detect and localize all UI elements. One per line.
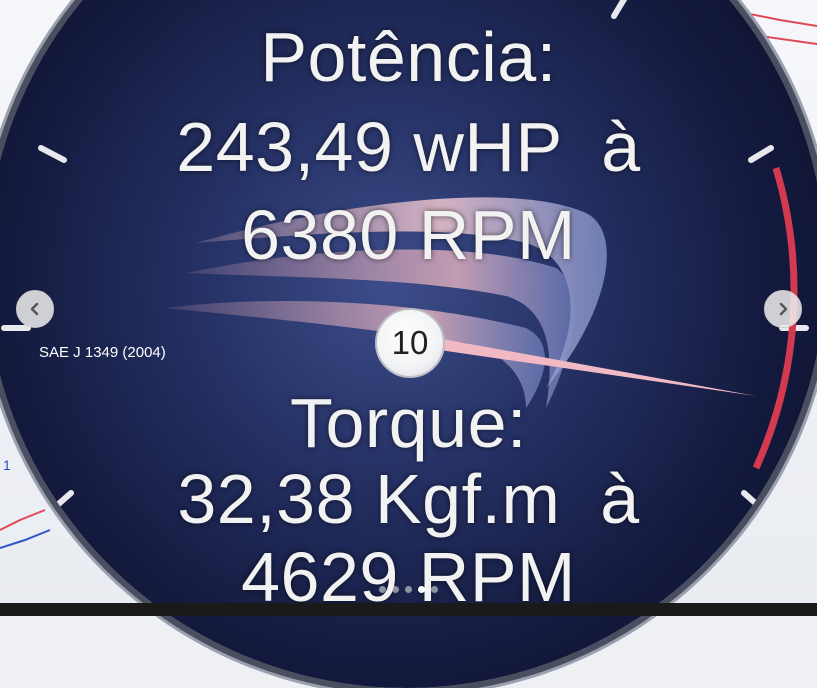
screen-bezel bbox=[0, 603, 817, 616]
side-number: 1 bbox=[3, 457, 11, 473]
carousel-dot[interactable] bbox=[405, 586, 412, 593]
carousel-dots bbox=[0, 586, 817, 593]
carousel-dot[interactable] bbox=[379, 586, 386, 593]
carousel-dot-active[interactable] bbox=[418, 586, 425, 593]
carousel-dot[interactable] bbox=[392, 586, 399, 593]
chevron-right-icon bbox=[779, 302, 788, 316]
carousel-dot[interactable] bbox=[431, 586, 438, 593]
previous-button[interactable] bbox=[16, 290, 54, 328]
chevron-left-icon bbox=[30, 302, 39, 316]
power-rpm: 6380 RPM bbox=[241, 196, 576, 274]
power-value: 243,49 wHP à bbox=[176, 108, 641, 186]
gauge-hub: 10 bbox=[375, 308, 445, 378]
next-button[interactable] bbox=[764, 290, 802, 328]
torque-value: 32,38 Kgf.m à bbox=[177, 460, 640, 538]
torque-label: Torque: bbox=[290, 384, 527, 462]
power-label: Potência: bbox=[260, 18, 557, 96]
hub-number: 10 bbox=[391, 324, 429, 361]
standard-label: SAE J 1349 (2004) bbox=[39, 344, 166, 361]
